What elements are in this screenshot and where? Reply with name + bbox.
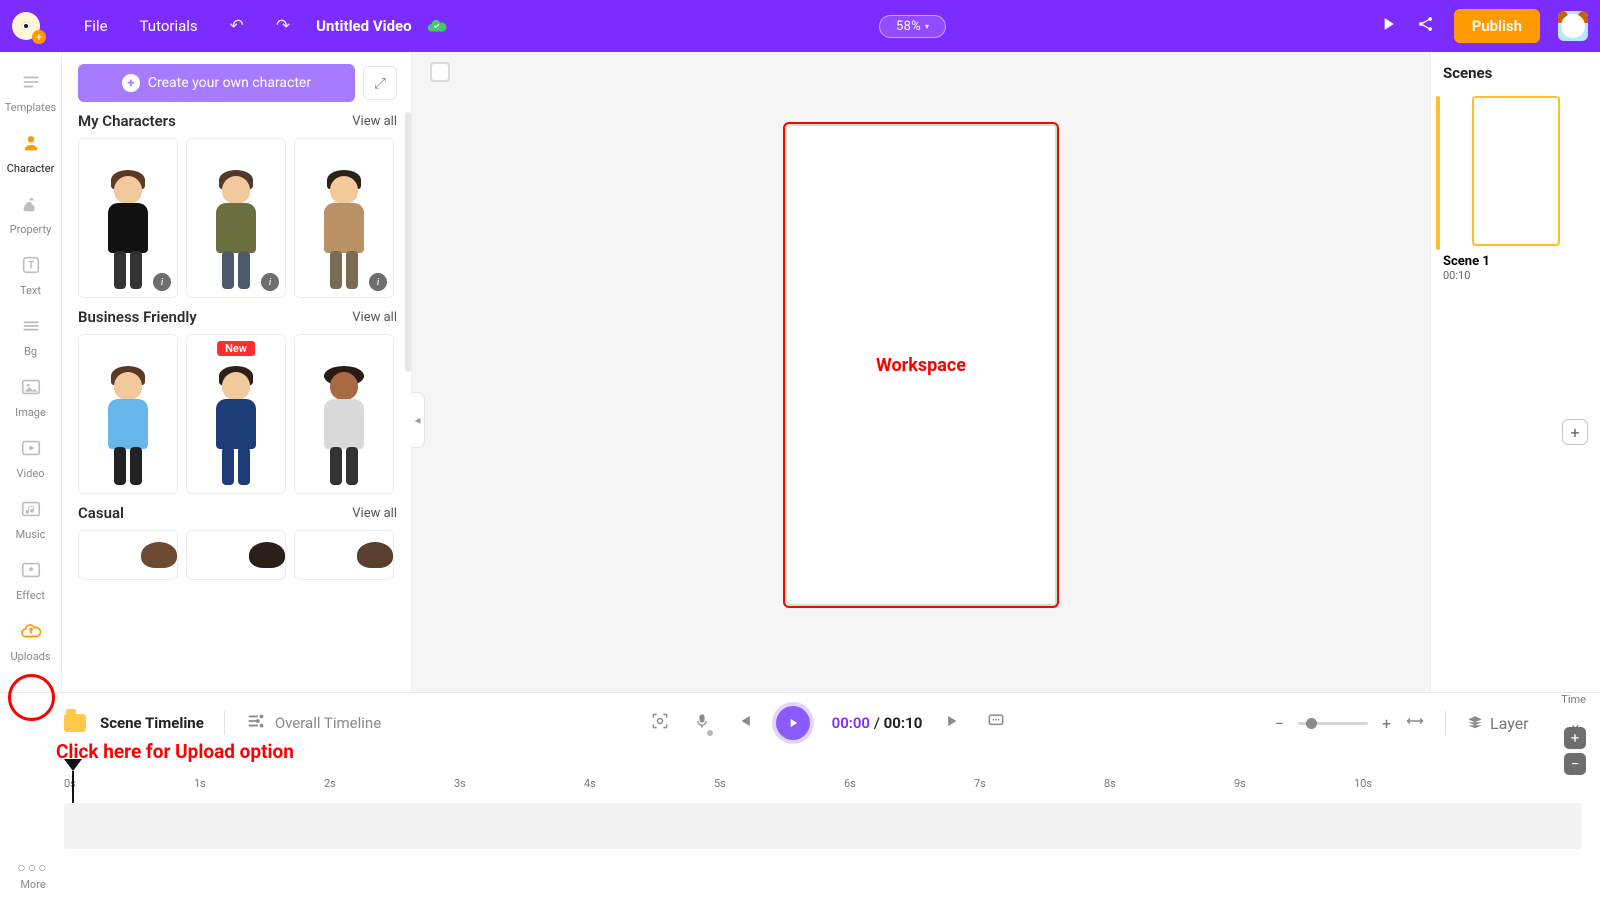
scene-timeline-tab[interactable]: Scene Timeline bbox=[100, 714, 204, 732]
scene-duration: 00:10 bbox=[1443, 269, 1588, 282]
new-badge: New bbox=[217, 341, 255, 356]
character-card[interactable]: i bbox=[294, 138, 394, 298]
zoom-control[interactable]: 58%▾ bbox=[879, 15, 946, 38]
timeline-track[interactable] bbox=[64, 803, 1582, 849]
tutorials-menu[interactable]: Tutorials bbox=[140, 17, 198, 35]
rail-effect[interactable]: Effect bbox=[0, 550, 61, 611]
view-all-my-characters[interactable]: View all bbox=[352, 114, 397, 129]
publish-button[interactable]: Publish bbox=[1454, 9, 1540, 43]
info-icon[interactable]: i bbox=[153, 273, 171, 291]
canvas-area[interactable]: ◂ Workspace bbox=[412, 52, 1430, 692]
file-menu[interactable]: File bbox=[84, 17, 108, 35]
playback-time: 00:00 / 00:10 bbox=[832, 714, 923, 732]
go-to-start-button[interactable] bbox=[734, 711, 754, 735]
fit-width-button[interactable] bbox=[1405, 711, 1425, 735]
info-icon[interactable]: i bbox=[369, 273, 387, 291]
rail-character[interactable]: Character bbox=[0, 123, 61, 184]
timeline-ruler[interactable]: 0s 1s 2s 3s 4s 5s 6s 7s 8s 9s 10s bbox=[64, 777, 1582, 797]
scenes-panel: Scenes Scene 1 00:10 + bbox=[1430, 52, 1600, 692]
go-to-end-button[interactable] bbox=[944, 711, 964, 735]
redo-button[interactable]: ↷ bbox=[276, 16, 290, 36]
character-card[interactable] bbox=[294, 334, 394, 494]
rail-video[interactable]: Video bbox=[0, 428, 61, 489]
user-avatar[interactable] bbox=[1558, 11, 1588, 41]
expand-panel-button[interactable]: ⤢ bbox=[363, 66, 397, 100]
library-panel: +Create your own character ⤢ My Characte… bbox=[62, 52, 412, 692]
left-rail: Templates Character Property TText Bg Im… bbox=[0, 52, 62, 692]
character-card[interactable] bbox=[78, 334, 178, 494]
app-logo[interactable]: + bbox=[12, 12, 40, 40]
scene-active-indicator bbox=[1436, 96, 1440, 250]
project-title[interactable]: Untitled Video bbox=[316, 17, 411, 35]
character-card[interactable] bbox=[186, 530, 286, 580]
workspace-stage[interactable]: Workspace bbox=[785, 124, 1057, 606]
scene-thumbnail[interactable] bbox=[1472, 96, 1560, 246]
character-card[interactable]: New bbox=[186, 334, 286, 494]
rail-music[interactable]: Music bbox=[0, 489, 61, 550]
rail-image[interactable]: Image bbox=[0, 367, 61, 428]
rail-templates[interactable]: Templates bbox=[0, 62, 61, 123]
character-card[interactable]: i bbox=[186, 138, 286, 298]
share-button[interactable] bbox=[1416, 14, 1436, 38]
view-all-casual[interactable]: View all bbox=[352, 506, 397, 521]
section-business-title: Business Friendly bbox=[78, 308, 197, 326]
scene-name: Scene 1 bbox=[1443, 254, 1588, 269]
timeline-area: Scene Timeline Overall Timeline 00:00 / … bbox=[0, 692, 1600, 907]
rail-more[interactable]: ○○○More bbox=[16, 859, 50, 891]
section-casual-title: Casual bbox=[78, 504, 124, 522]
camera-focus-button[interactable] bbox=[650, 711, 670, 735]
scenes-title: Scenes bbox=[1443, 64, 1588, 82]
voiceover-button[interactable] bbox=[692, 711, 712, 735]
rail-text[interactable]: TText bbox=[0, 245, 61, 306]
annotation-upload-note: Click here for Upload option bbox=[56, 740, 294, 763]
workspace-annotation: Workspace bbox=[876, 355, 966, 376]
info-icon[interactable]: i bbox=[261, 273, 279, 291]
top-bar: + File Tutorials ↶ ↷ Untitled Video 58%▾… bbox=[0, 0, 1600, 52]
preview-button[interactable] bbox=[1378, 14, 1398, 38]
canvas-option-box[interactable] bbox=[430, 62, 450, 82]
rail-property[interactable]: Property bbox=[0, 184, 61, 245]
view-all-business[interactable]: View all bbox=[352, 310, 397, 325]
zoom-out-button[interactable]: − bbox=[1275, 714, 1284, 733]
svg-text:T: T bbox=[27, 261, 34, 272]
cloud-saved-icon bbox=[426, 15, 448, 37]
character-card[interactable] bbox=[78, 530, 178, 580]
play-button[interactable] bbox=[776, 706, 810, 740]
character-card[interactable] bbox=[294, 530, 394, 580]
zoom-slider[interactable] bbox=[1298, 722, 1368, 725]
undo-button[interactable]: ↶ bbox=[230, 16, 244, 36]
rail-bg[interactable]: Bg bbox=[0, 306, 61, 367]
scrollbar[interactable] bbox=[405, 112, 411, 372]
time-label: Time bbox=[1561, 693, 1586, 706]
character-card[interactable]: i bbox=[78, 138, 178, 298]
collapse-panel-button[interactable]: ◂ bbox=[411, 392, 425, 448]
timeline-zoom-in-button[interactable]: + bbox=[1564, 727, 1586, 749]
add-scene-button[interactable]: + bbox=[1562, 419, 1588, 445]
scene-timeline-icon bbox=[64, 714, 86, 732]
overall-timeline-tab[interactable]: Overall Timeline bbox=[245, 710, 381, 736]
timeline-zoom-out-button[interactable]: − bbox=[1564, 753, 1586, 775]
comments-button[interactable] bbox=[986, 711, 1006, 735]
zoom-in-button[interactable]: + bbox=[1382, 714, 1391, 733]
section-my-characters-title: My Characters bbox=[78, 112, 176, 130]
rail-uploads[interactable]: Uploads bbox=[0, 611, 61, 672]
create-character-button[interactable]: +Create your own character bbox=[78, 64, 355, 102]
